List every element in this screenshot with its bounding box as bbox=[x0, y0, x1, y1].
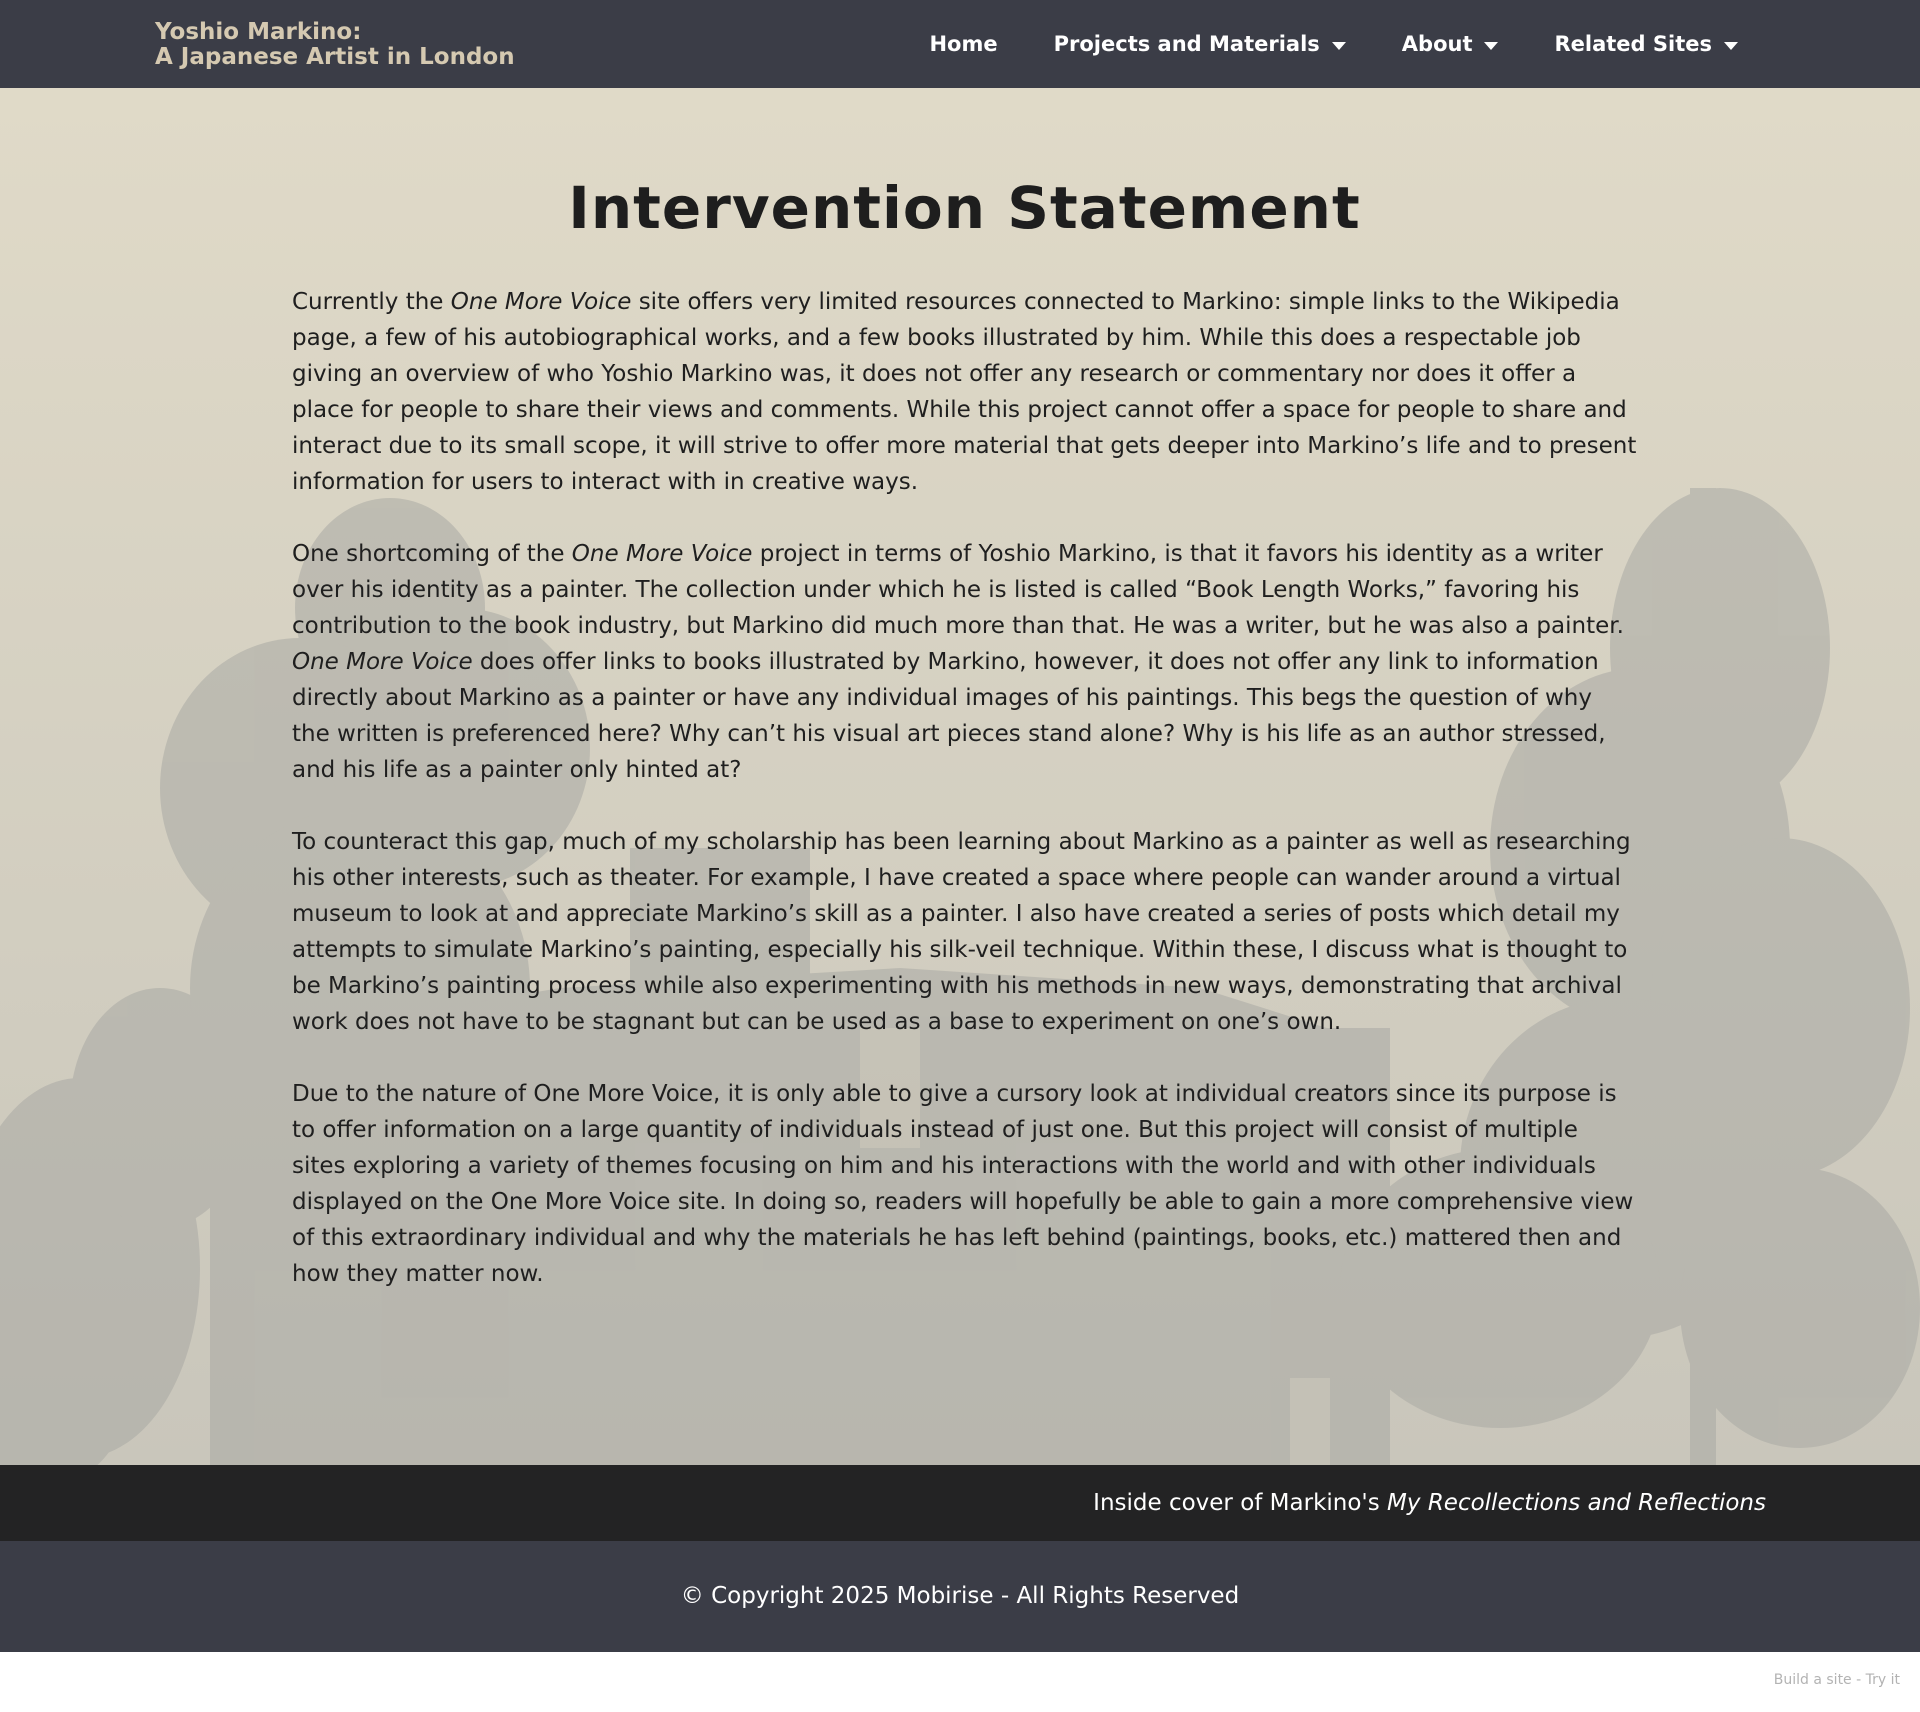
nav-item-about[interactable]: About bbox=[1402, 32, 1499, 56]
footer: © Copyright 2025 Mobirise - All Rights R… bbox=[0, 1541, 1920, 1652]
paragraph-text: Currently the bbox=[292, 289, 451, 315]
paragraph-emphasis: One More Voice bbox=[292, 649, 473, 675]
main-nav: Home Projects and Materials About Relate… bbox=[873, 0, 1738, 88]
statement-paragraph-1: Currently the One More Voice site offers… bbox=[292, 284, 1637, 500]
statement-content: Intervention Statement Currently the One… bbox=[292, 88, 1637, 1292]
caret-down-icon bbox=[1724, 41, 1738, 50]
nav-item-projects-and-materials[interactable]: Projects and Materials bbox=[1054, 32, 1346, 56]
paragraph-emphasis: One More Voice bbox=[450, 289, 632, 315]
content-section: Intervention Statement Currently the One… bbox=[0, 88, 1920, 1465]
paragraph-emphasis: One More Voice bbox=[571, 541, 753, 567]
nav-item-label: Related Sites bbox=[1554, 32, 1712, 56]
image-caption-bar: Inside cover of Markino's My Recollectio… bbox=[0, 1465, 1920, 1541]
copyright-text: © Copyright 2025 Mobirise - All Rights R… bbox=[680, 1583, 1240, 1609]
paragraph-text: One shortcoming of the bbox=[292, 541, 572, 567]
brand-line-1: Yoshio Markino: bbox=[155, 19, 362, 45]
nav-item-label: Home bbox=[929, 32, 998, 56]
paragraph-text: site offers very limited resources conne… bbox=[292, 289, 1637, 495]
brand-line-2: A Japanese Artist in London bbox=[155, 44, 515, 70]
caption-prefix: Inside cover of Markino's bbox=[1093, 1490, 1388, 1516]
caret-down-icon bbox=[1484, 41, 1499, 50]
image-caption: Inside cover of Markino's My Recollectio… bbox=[1093, 1465, 1766, 1541]
statement-paragraph-2: One shortcoming of the One More Voice pr… bbox=[292, 536, 1637, 788]
caption-book-title: My Recollections and Reflections bbox=[1387, 1490, 1766, 1516]
site-brand-link[interactable]: Yoshio Markino: A Japanese Artist in Lon… bbox=[155, 20, 515, 70]
nav-item-label: About bbox=[1401, 32, 1473, 56]
statement-paragraph-3: To counteract this gap, much of my schol… bbox=[292, 829, 1631, 1035]
paragraph-text: does offer links to books illustrated by… bbox=[292, 649, 1606, 783]
page-title: Intervention Statement bbox=[568, 174, 1361, 242]
build-site-badge-link[interactable]: Build a site - Try it bbox=[1774, 1672, 1900, 1688]
caret-down-icon bbox=[1331, 41, 1346, 50]
nav-item-label: Projects and Materials bbox=[1053, 32, 1320, 56]
statement-paragraph-4: Due to the nature of One More Voice, it … bbox=[292, 1081, 1634, 1287]
navbar: Yoshio Markino: A Japanese Artist in Lon… bbox=[0, 0, 1920, 88]
nav-item-home[interactable]: Home bbox=[929, 32, 997, 56]
nav-item-related-sites[interactable]: Related Sites bbox=[1554, 32, 1738, 56]
